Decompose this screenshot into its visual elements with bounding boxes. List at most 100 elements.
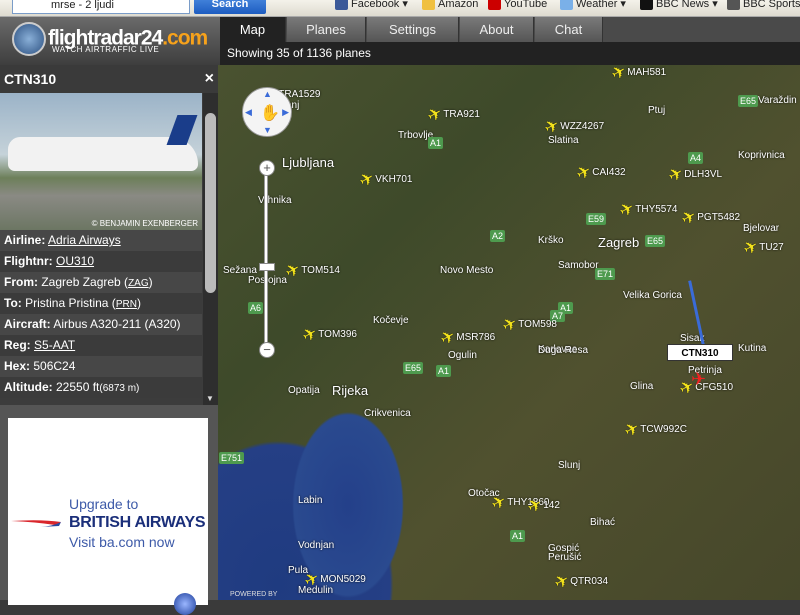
tab-about[interactable]: About [460, 17, 534, 42]
road-sign: E59 [586, 213, 607, 225]
flight-label[interactable]: TOM514 [301, 265, 340, 276]
flight-label[interactable]: WZZ4267 [560, 121, 604, 132]
zoom-slider[interactable]: + − [259, 160, 275, 360]
bookmark-facebook[interactable]: Facebook ▾ [335, 0, 408, 11]
bookmark-bbc-sports[interactable]: BBC Sports [727, 0, 800, 11]
flight-marker[interactable]: ✈MAH581 [608, 65, 666, 84]
british-airways-ad[interactable]: Upgrade to BRITISH AIRWAYS Visit ba.com … [8, 418, 208, 615]
flight-marker[interactable]: ✈MON5029 [301, 568, 366, 592]
flight-marker[interactable]: ✈DLH3VL [665, 163, 722, 187]
flight-label[interactable]: PGT5482 [697, 212, 740, 223]
flight-marker[interactable]: ✈THY5574 [616, 198, 678, 222]
flight-marker[interactable]: ✈TU27 [740, 236, 784, 260]
flight-label[interactable]: TU27 [759, 242, 783, 253]
flight-label[interactable]: TRA921 [443, 109, 480, 120]
flight-label[interactable]: 142 [543, 500, 560, 511]
flight-label[interactable]: DLH3VL [684, 169, 722, 180]
flightnr-link[interactable]: OU310 [56, 254, 94, 268]
plane-icon[interactable]: ✈ [740, 236, 762, 260]
plane-icon[interactable]: ✈ [488, 491, 510, 515]
plane-icon[interactable]: ✈ [301, 568, 323, 592]
pan-right-icon[interactable]: ▶ [282, 107, 289, 118]
plane-icon[interactable]: ✈ [437, 326, 459, 350]
bookmark-weather[interactable]: Weather ▾ [560, 0, 626, 11]
plane-icon[interactable]: ✈ [524, 494, 546, 518]
main-tabs: Map Planes Settings About Chat [220, 17, 800, 42]
panel-scrollbar[interactable]: ▼ [203, 93, 218, 405]
flight-label[interactable]: TOM396 [318, 329, 357, 340]
pan-control[interactable]: ▲ ▼ ◀ ▶ ✋ [242, 87, 292, 137]
zoom-track[interactable] [264, 174, 268, 346]
pan-left-icon[interactable]: ◀ [245, 107, 252, 118]
flight-label[interactable]: VKH701 [375, 174, 412, 185]
flight-marker[interactable]: ✈VKH701 [356, 168, 413, 192]
close-icon[interactable]: × [205, 65, 214, 93]
browser-search-input[interactable]: mrse - 2 ljudi [12, 0, 190, 14]
flight-label[interactable]: MSR786 [456, 332, 495, 343]
zoom-in-button[interactable]: + [259, 160, 275, 176]
flight-label[interactable]: CAI432 [592, 167, 625, 178]
flight-marker[interactable]: ✈PGT5482 [678, 206, 740, 230]
flight-label[interactable]: QTR034 [570, 576, 608, 587]
zoom-handle[interactable] [259, 263, 275, 271]
plane-icon[interactable]: ✈ [616, 198, 638, 222]
tab-settings[interactable]: Settings [367, 17, 459, 42]
city-label: Ptuj [648, 105, 666, 116]
flight-marker[interactable]: ✈TOM514 [282, 259, 340, 283]
bookmark-youtube[interactable]: YouTube [488, 0, 547, 11]
plane-icon[interactable]: ✈ [299, 323, 321, 347]
flight-map[interactable]: LjubljanaZagrebRijekaKarlovacSisakBihaćK… [218, 65, 800, 600]
altitude-meters: (6873 m) [99, 383, 140, 394]
flight-marker[interactable]: ✈142 [524, 494, 560, 518]
row-airline: Airline: Adria Airways [0, 230, 202, 251]
flight-marker[interactable]: ✈MSR786 [437, 326, 495, 350]
bookmark-label: Amazon [438, 0, 479, 10]
tab-planes[interactable]: Planes [287, 17, 366, 42]
bookmark-bbc-news[interactable]: BBC News ▾ [640, 0, 718, 11]
city-label: Ogulin [448, 350, 477, 361]
plane-icon[interactable]: ✈ [573, 161, 595, 185]
airline-link[interactable]: Adria Airways [48, 233, 121, 247]
plane-icon[interactable]: ✈ [424, 103, 446, 127]
flight-marker[interactable]: ✈TOM598 [499, 313, 557, 337]
flight-marker[interactable]: ✈WZZ4267 [541, 115, 604, 139]
plane-icon[interactable]: ✈ [665, 163, 687, 187]
plane-icon[interactable]: ✈ [282, 259, 304, 283]
flight-label[interactable]: MON5029 [320, 574, 366, 585]
flight-callsign: CTN310 [4, 71, 57, 87]
flight-label[interactable]: TOM598 [518, 319, 557, 330]
flight-marker[interactable]: ✈CAI432 [573, 161, 626, 185]
flight-label[interactable]: TCW992C [640, 424, 687, 435]
reg-link[interactable]: S5-AAT [34, 338, 75, 352]
flight-label[interactable]: MAH581 [627, 67, 666, 78]
tab-chat[interactable]: Chat [535, 17, 603, 42]
from-airport-link[interactable]: ZAG [128, 278, 149, 289]
selected-flight-label[interactable]: CTN310 [667, 344, 733, 361]
selected-plane-icon[interactable]: ✈ [691, 369, 706, 390]
ba-speedmarque-icon [11, 520, 61, 527]
city-label: Velika Gorica [623, 290, 682, 301]
scroll-down-icon[interactable]: ▼ [206, 394, 214, 403]
to-airport-link[interactable]: PRN [116, 299, 137, 310]
aircraft-photo[interactable]: © BENJAMIN EXENBERGER [0, 93, 202, 230]
pan-down-icon[interactable]: ▼ [263, 125, 272, 135]
plane-icon[interactable]: ✈ [541, 115, 563, 139]
youtube-icon [488, 0, 501, 11]
plane-icon[interactable]: ✈ [499, 313, 521, 337]
flight-marker[interactable]: ✈TRA921 [424, 103, 480, 127]
flight-marker[interactable]: ✈TCW992C [621, 418, 687, 442]
plane-icon[interactable]: ✈ [356, 168, 378, 192]
browser-search-button[interactable]: Search [194, 0, 266, 14]
flight-marker[interactable]: ✈TOM396 [299, 323, 357, 347]
flight-marker[interactable]: ✈QTR034 [551, 570, 608, 594]
plane-icon[interactable]: ✈ [621, 418, 643, 442]
bookmark-amazon[interactable]: Amazon [422, 0, 478, 11]
flight-label[interactable]: THY5574 [635, 204, 677, 215]
scroll-thumb[interactable] [205, 113, 216, 293]
zoom-out-button[interactable]: − [259, 342, 275, 358]
plane-icon[interactable]: ✈ [678, 206, 700, 230]
pan-up-icon[interactable]: ▲ [263, 89, 272, 99]
tab-map[interactable]: Map [220, 17, 286, 42]
plane-icon[interactable]: ✈ [551, 570, 573, 594]
flight-marker[interactable]: ✈CFG510 [676, 376, 733, 400]
